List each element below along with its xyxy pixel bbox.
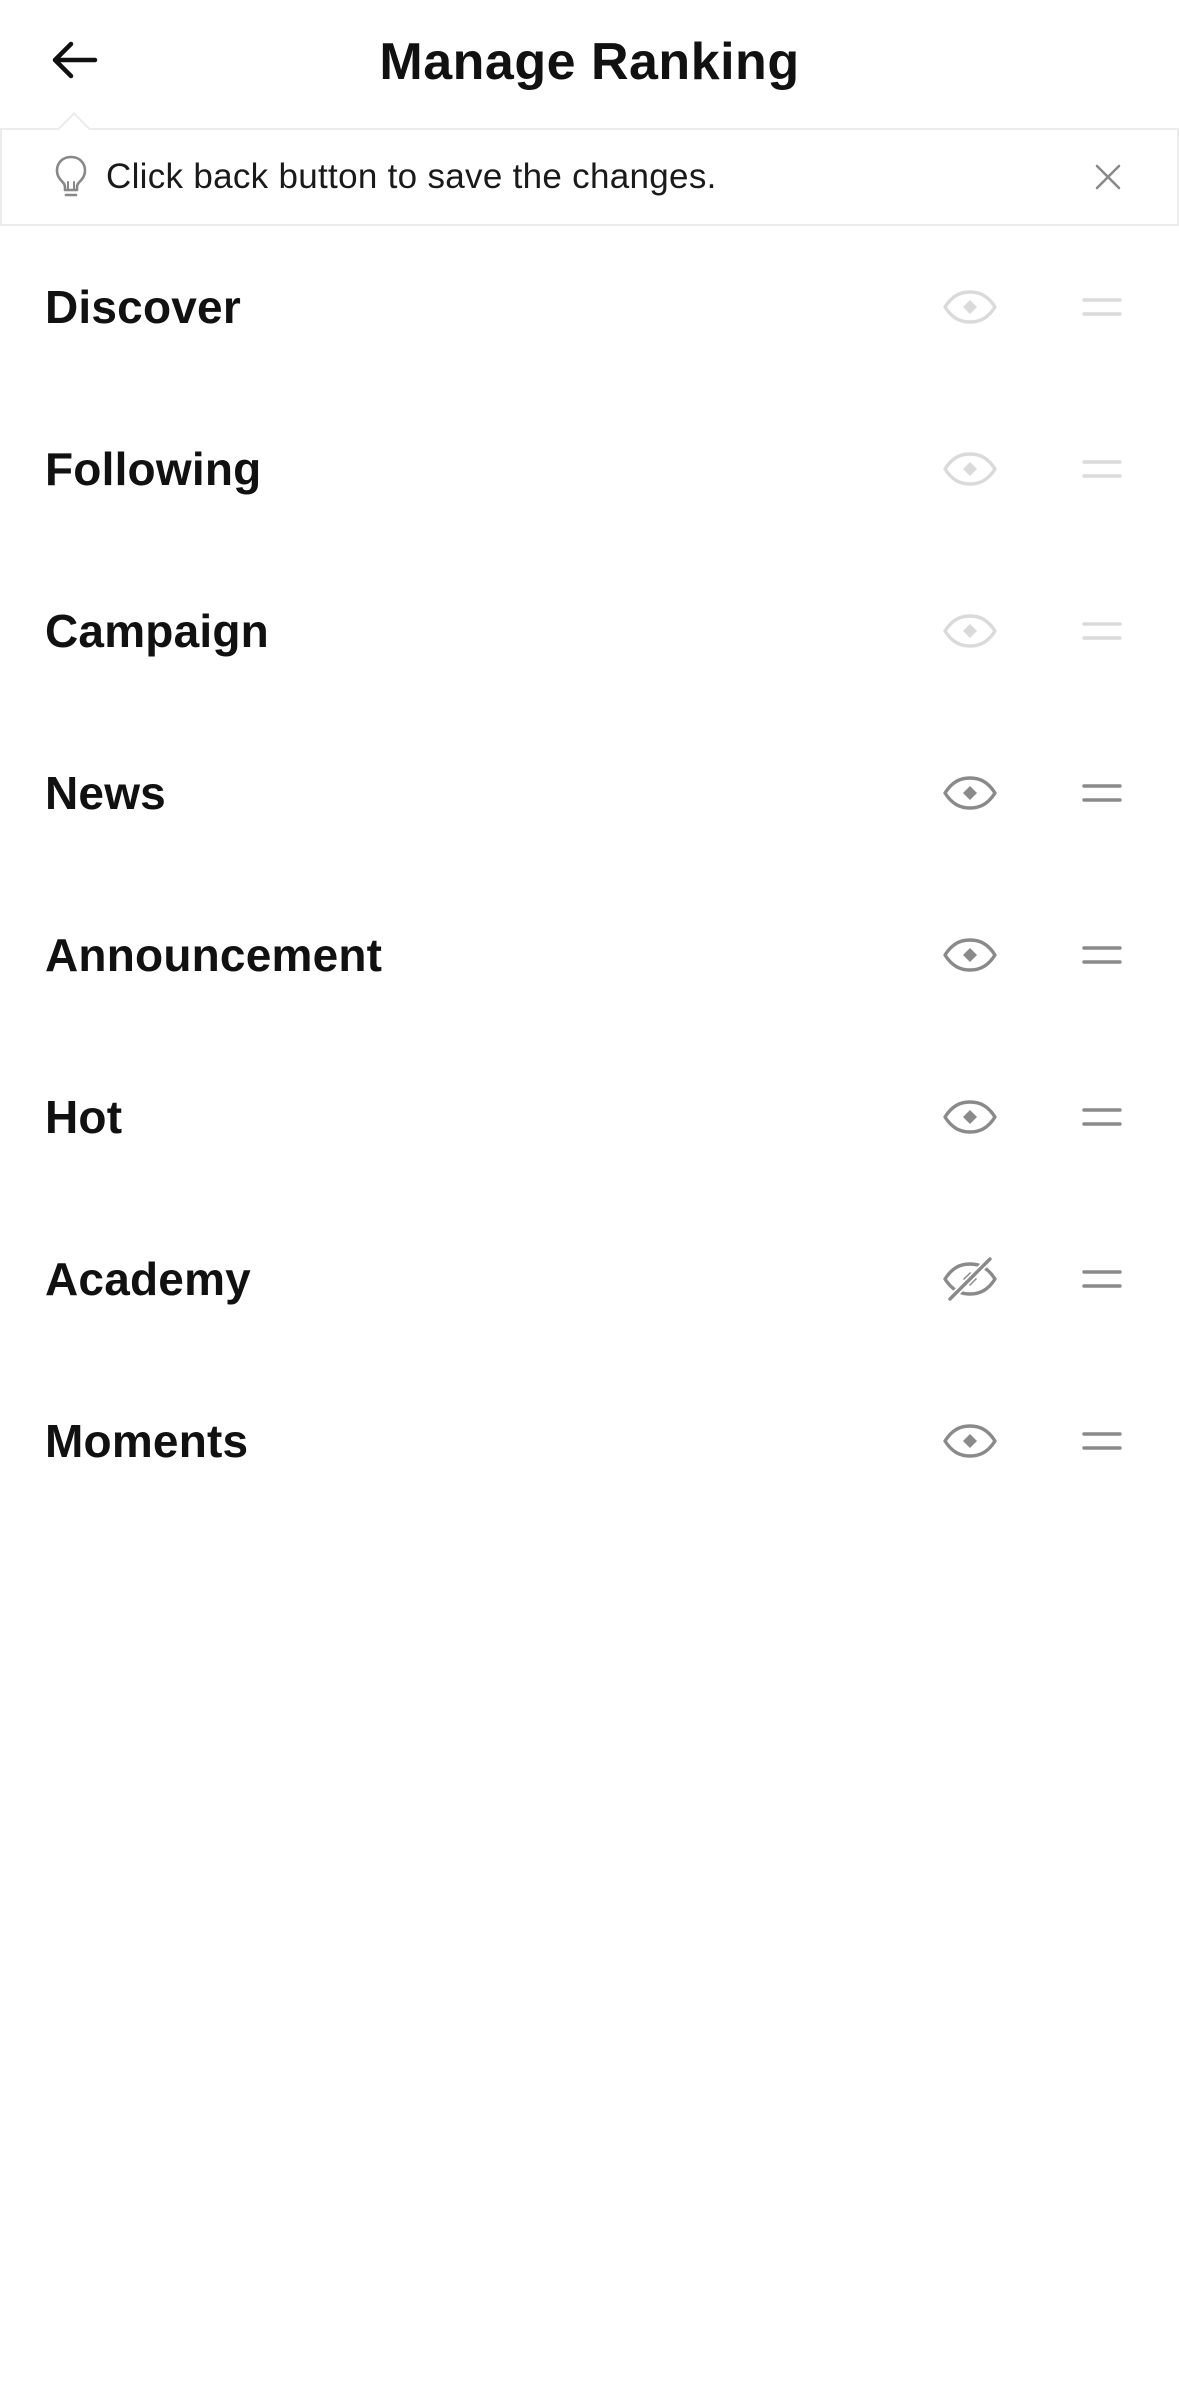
visibility-toggle[interactable] <box>940 601 1000 661</box>
drag-handle[interactable] <box>1080 773 1124 813</box>
ranking-row-campaign: Campaign <box>0 550 1179 712</box>
row-label: Announcement <box>45 929 383 981</box>
ranking-list: Discover Following Campaign News Announc… <box>0 226 1179 1522</box>
drag-handle[interactable] <box>1080 1097 1124 1137</box>
visibility-toggle[interactable] <box>940 1249 1000 1309</box>
row-label: Campaign <box>45 605 269 657</box>
ranking-row-academy: Academy <box>0 1198 1179 1360</box>
drag-handle-icon <box>1082 298 1122 316</box>
arrow-left-icon <box>52 41 98 79</box>
drag-handle-icon <box>1082 1432 1122 1450</box>
eye-icon <box>943 614 997 648</box>
close-tip-button[interactable] <box>1083 152 1133 202</box>
eye-icon <box>943 290 997 324</box>
lightbulb-icon <box>52 153 90 201</box>
drag-handle-icon <box>1082 946 1122 964</box>
drag-handle-icon <box>1082 460 1122 478</box>
ranking-row-moments: Moments <box>0 1360 1179 1522</box>
drag-handle[interactable] <box>1080 611 1124 651</box>
eye-icon <box>943 776 997 810</box>
drag-handle[interactable] <box>1080 1421 1124 1461</box>
drag-handle[interactable] <box>1080 1259 1124 1299</box>
row-label: Discover <box>45 281 241 333</box>
row-label: Following <box>45 443 262 495</box>
close-icon <box>1095 164 1121 190</box>
ranking-row-following: Following <box>0 388 1179 550</box>
eye-icon <box>943 938 997 972</box>
visibility-toggle[interactable] <box>940 277 1000 337</box>
visibility-toggle[interactable] <box>940 1087 1000 1147</box>
row-label: Moments <box>45 1415 249 1467</box>
tip-banner: Click back button to save the changes. <box>0 112 1179 226</box>
row-label: Hot <box>45 1091 123 1143</box>
eye-icon <box>943 1100 997 1134</box>
drag-handle[interactable] <box>1080 287 1124 327</box>
row-label: News <box>45 767 166 819</box>
eye-icon <box>943 452 997 486</box>
ranking-row-announcement: Announcement <box>0 874 1179 1036</box>
visibility-toggle[interactable] <box>940 439 1000 499</box>
row-label: Academy <box>45 1253 251 1305</box>
ranking-row-hot: Hot <box>0 1036 1179 1198</box>
eye-off-icon <box>943 1255 997 1303</box>
back-button[interactable] <box>44 30 104 90</box>
visibility-toggle[interactable] <box>940 1411 1000 1471</box>
ranking-row-news: News <box>0 712 1179 874</box>
drag-handle-icon <box>1082 1270 1122 1288</box>
tip-text: Click back button to save the changes. <box>106 157 717 196</box>
drag-handle[interactable] <box>1080 449 1124 489</box>
visibility-toggle[interactable] <box>940 925 1000 985</box>
drag-handle-icon <box>1082 622 1122 640</box>
ranking-row-discover: Discover <box>0 226 1179 388</box>
drag-handle[interactable] <box>1080 935 1124 975</box>
drag-handle-icon <box>1082 784 1122 802</box>
page-title: Manage Ranking <box>379 33 800 91</box>
eye-icon <box>943 1424 997 1458</box>
visibility-toggle[interactable] <box>940 763 1000 823</box>
drag-handle-icon <box>1082 1108 1122 1126</box>
top-bar: Manage Ranking <box>0 0 1179 128</box>
